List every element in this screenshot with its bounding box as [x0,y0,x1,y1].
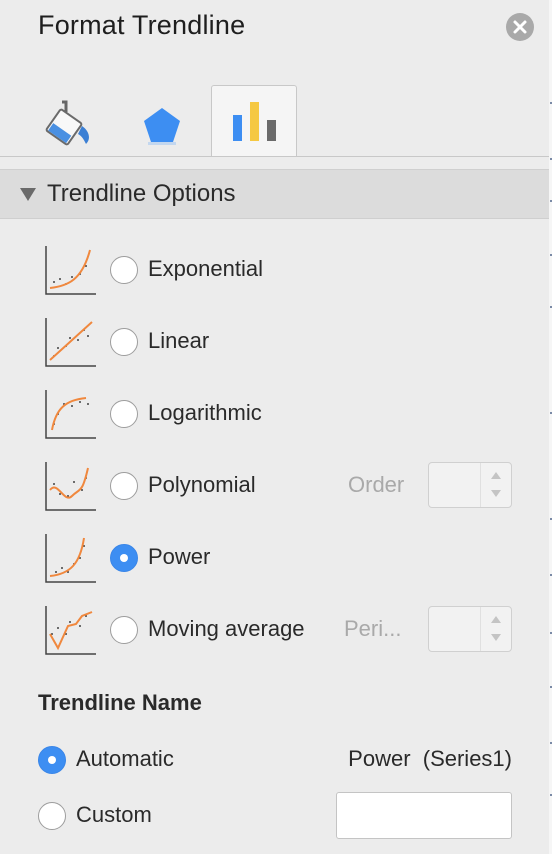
automatic-name-value: Power (Series1) [348,746,512,771]
trend-option-exponential: Exponential [0,242,549,302]
period-label: Peri... [344,616,402,641]
custom-label: Custom [76,802,152,827]
trend-option-logarithmic: Logarithmic [0,386,549,446]
order-stepper-buttons[interactable] [480,463,511,507]
option-label: Moving average [148,616,305,641]
moving-average-trend-icon [45,606,96,655]
option-label: Exponential [148,256,263,281]
period-stepper[interactable] [428,606,512,652]
trendline-options-section-header[interactable]: Trendline Options [0,169,549,219]
close-icon[interactable] [506,13,534,41]
polynomial-trend-icon [45,462,96,511]
automatic-name-radio[interactable] [38,746,66,774]
pentagon-icon [144,108,180,145]
option-label: Linear [148,328,210,353]
period-stepper-buttons[interactable] [480,607,511,651]
disclosure-triangle-icon [20,188,36,201]
trend-option-linear: Linear [0,314,549,374]
logarithmic-radio[interactable] [110,400,138,428]
option-label: Power [148,544,211,569]
power-trend-icon [45,534,96,583]
moving-average-radio[interactable] [110,616,138,644]
format-trendline-pane: Format Trendline Trendline Options Expon… [0,0,550,854]
linear-trend-icon [45,318,96,367]
tab-effects[interactable] [120,86,204,156]
trend-option-power: Power [0,530,549,590]
exponential-radio[interactable] [110,256,138,284]
polynomial-radio[interactable] [110,472,138,500]
stepper-up-icon[interactable] [491,472,501,479]
paint-bucket-icon [45,100,89,146]
bar-chart-icon [233,102,276,141]
stepper-down-icon[interactable] [491,490,501,497]
order-label: Order [348,472,405,497]
linear-radio[interactable] [110,328,138,356]
custom-name-radio[interactable] [38,802,66,830]
stepper-up-icon[interactable] [491,616,501,623]
logarithmic-trend-icon [45,390,96,439]
name-automatic-row: Automatic Power (Series1) [0,742,549,782]
tab-trendline-options[interactable] [211,85,297,156]
order-stepper[interactable] [428,462,512,508]
section-label: Trendline Options [47,180,236,207]
pane-title: Format Trendline [38,10,246,40]
option-label: Logarithmic [148,400,262,425]
power-radio[interactable] [110,544,138,572]
tabs-divider [0,156,549,157]
custom-name-input[interactable] [336,792,512,839]
trend-option-moving-average: Moving average Peri... [0,602,549,662]
trend-option-polynomial: Polynomial Order [0,458,549,518]
option-label: Polynomial [148,472,256,497]
stepper-down-icon[interactable] [491,634,501,641]
exponential-trend-icon [45,246,96,295]
trendline-name-heading: Trendline Name [38,690,202,715]
automatic-label: Automatic [76,746,174,771]
tab-fill-line[interactable] [30,86,114,156]
